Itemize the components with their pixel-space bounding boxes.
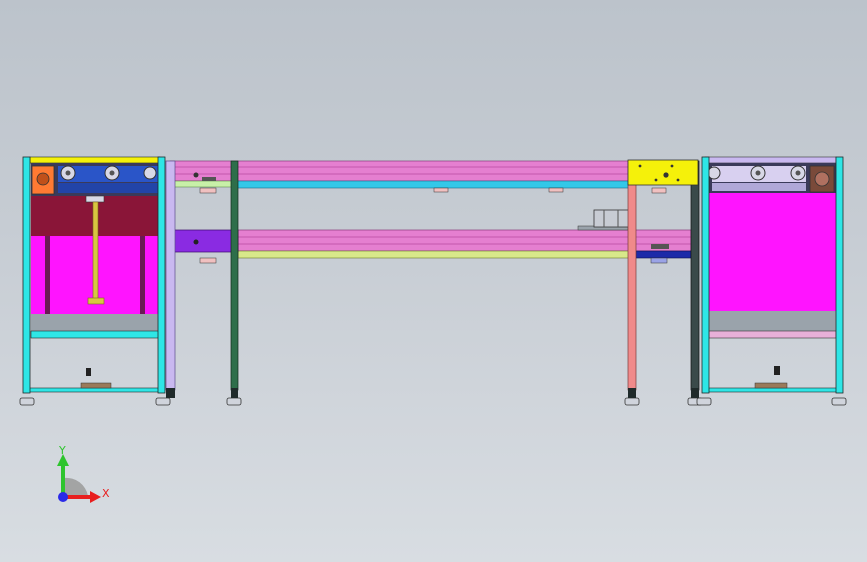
x-axis-arrow <box>90 491 101 503</box>
y-axis-label: Y <box>58 444 66 457</box>
x-axis-label: X <box>102 487 110 500</box>
triad-arc <box>64 477 88 496</box>
z-axis-origin <box>58 492 68 502</box>
coordinate-triad: Y X <box>57 444 110 503</box>
cad-viewport[interactable]: Y X <box>0 0 867 562</box>
